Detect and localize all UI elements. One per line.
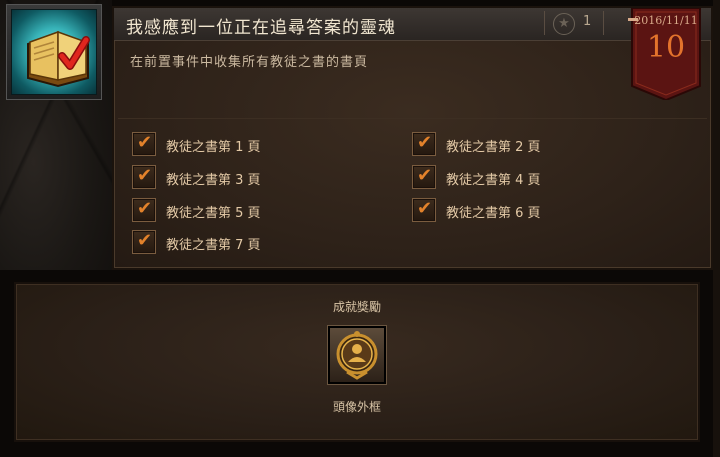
checkbox-checked: ✔ bbox=[412, 165, 436, 189]
criterion-label: 教徒之書第 5 頁 bbox=[166, 206, 261, 221]
check-icon: ✔ bbox=[137, 230, 153, 251]
title-bar: 我感應到一位正在追尋答案的靈魂 ★ 1 bbox=[114, 8, 711, 41]
criterion-label: 教徒之書第 6 頁 bbox=[446, 206, 541, 221]
checkbox-checked: ✔ bbox=[132, 198, 156, 222]
checkbox-checked: ✔ bbox=[132, 132, 156, 156]
achievement-title: 我感應到一位正在追尋答案的靈魂 bbox=[126, 18, 396, 38]
completion-day: 10 bbox=[646, 30, 686, 65]
portrait-frame-icon bbox=[336, 331, 378, 380]
check-icon: ✔ bbox=[137, 198, 153, 219]
reward-panel: 成就獎勵 頭像外框 bbox=[14, 282, 700, 442]
checkbox-checked: ✔ bbox=[412, 198, 436, 222]
criterion-label: 教徒之書第 2 頁 bbox=[446, 140, 541, 155]
check-icon: ✔ bbox=[137, 132, 153, 153]
checkbox-checked: ✔ bbox=[132, 230, 156, 254]
reward-item[interactable] bbox=[328, 326, 386, 384]
achievement-panel: 我感應到一位正在追尋答案的靈魂 ★ 1 在前置事件中收集所有教徒之書的書頁 ✔ … bbox=[112, 6, 713, 270]
achievement-icon-background bbox=[11, 9, 97, 95]
check-icon: ✔ bbox=[417, 132, 433, 153]
right-edge-border bbox=[713, 0, 720, 457]
check-icon: ✔ bbox=[417, 165, 433, 186]
criterion-label: 教徒之書第 1 頁 bbox=[166, 140, 261, 155]
check-icon: ✔ bbox=[137, 165, 153, 186]
star-icon: ★ bbox=[553, 13, 575, 35]
checkbox-checked: ✔ bbox=[412, 132, 436, 156]
checkbox-checked: ✔ bbox=[132, 165, 156, 189]
criterion-label: 教徒之書第 3 頁 bbox=[166, 173, 261, 188]
achievement-description: 在前置事件中收集所有教徒之書的書頁 bbox=[130, 55, 369, 70]
achievement-icon-frame bbox=[6, 4, 102, 100]
criterion-label: 教徒之書第 7 頁 bbox=[166, 238, 261, 253]
reward-heading: 成就獎勵 bbox=[332, 300, 381, 314]
check-icon: ✔ bbox=[417, 198, 433, 219]
criterion-label: 教徒之書第 4 頁 bbox=[446, 173, 541, 188]
golden-book-check-icon bbox=[27, 30, 90, 88]
completion-date-banner: 2016/11/11 10 bbox=[628, 8, 704, 100]
reward-name: 頭像外框 bbox=[332, 400, 381, 414]
completion-date: 2016/11/11 bbox=[634, 14, 698, 27]
achievement-points: ★ 1 bbox=[544, 11, 604, 35]
points-value: 1 bbox=[583, 14, 592, 29]
